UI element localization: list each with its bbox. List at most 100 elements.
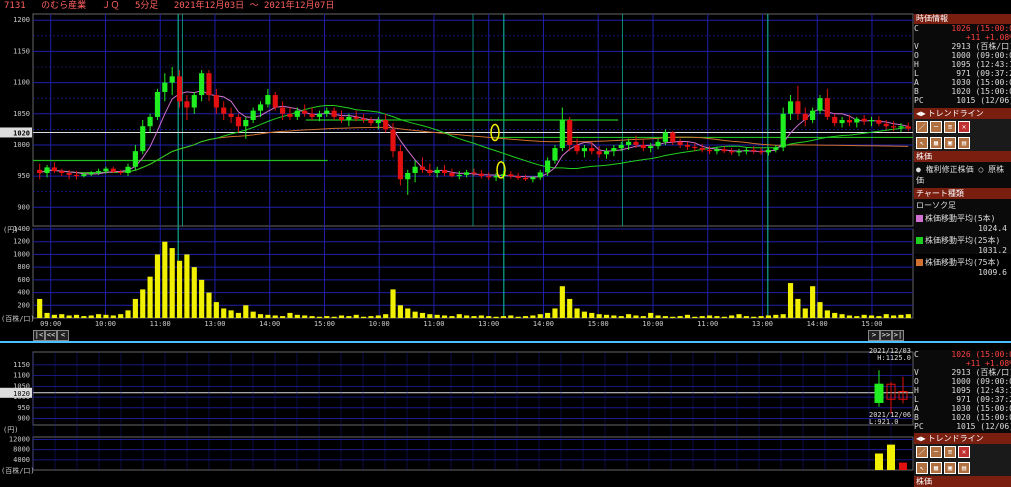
scroll-first-button[interactable]: |< — [33, 330, 45, 341]
volume-bar — [559, 286, 565, 318]
ma-swatch — [916, 215, 923, 222]
candle-body — [441, 169, 448, 173]
candle-body — [132, 151, 138, 167]
volume-bar — [73, 314, 80, 318]
candle-body — [751, 149, 757, 152]
lower-list-icon[interactable]: ≡ — [944, 446, 956, 458]
candle-body — [110, 168, 116, 172]
ma25-line — [39, 105, 909, 174]
quote-row: +11 +1.08% — [914, 33, 1011, 42]
radio-adjusted[interactable]: ● 権利修正株価 — [916, 165, 974, 174]
lower-draw-line-icon[interactable]: ／ — [916, 446, 928, 458]
candle-body — [574, 144, 580, 152]
candle-body — [758, 151, 764, 153]
candle-body — [302, 110, 308, 114]
candle-body — [905, 126, 911, 129]
quote-row: B 1020 (15:00:0 — [914, 87, 1011, 96]
candle-body — [596, 151, 602, 155]
trendline-header[interactable]: ◀▶ トレンドライン — [914, 108, 1011, 119]
draw-line-icon[interactable]: ／ — [916, 121, 928, 133]
delete-icon[interactable]: ✕ — [958, 121, 970, 133]
candle-body — [677, 141, 683, 145]
volume-bar — [545, 312, 551, 318]
volume-bar — [309, 316, 315, 318]
save-icon[interactable]: ▤ — [958, 137, 970, 149]
candle-body — [419, 166, 426, 170]
daily-volume-bar — [899, 462, 907, 470]
volume-bar — [868, 315, 875, 318]
quote-row: H 1095 (12:43:1 — [914, 60, 1011, 69]
volume-bar — [721, 316, 727, 318]
volume-bar — [581, 311, 587, 318]
volume-tick-label: 1200 — [13, 238, 30, 246]
candle-body — [670, 132, 676, 142]
volume-bar — [405, 308, 411, 318]
scroll-last-button[interactable]: >| — [892, 330, 904, 341]
cursor-icon[interactable]: ↖ — [916, 137, 928, 149]
volume-bar — [118, 314, 124, 318]
quote-rows: C 1026 (15:00:0 +11 +1.08% V 2913 (百株/口) O 100… — [914, 24, 1011, 105]
time-label: 09:00 — [40, 320, 61, 328]
candle-body — [66, 173, 72, 175]
copy-icon[interactable]: ▣ — [944, 137, 956, 149]
lower-quote-row: PC 1015 (12/06) — [914, 422, 1011, 431]
candle-body — [721, 149, 727, 152]
candle-body — [883, 123, 889, 127]
price-chart[interactable]: 900 950 1000 1050 1100 1150 1200 (円) 200 400 600 80… — [0, 0, 1011, 480]
time-label: 10:00 — [95, 320, 116, 328]
volume-bar — [515, 316, 521, 318]
volume-bar — [287, 312, 293, 318]
trendline-title: トレンドライン — [927, 109, 984, 118]
scroll-prev-button[interactable]: << — [45, 330, 57, 341]
volume-bar — [603, 314, 610, 318]
volume-bar — [751, 316, 757, 318]
ma-item[interactable]: 株価移動平均(75本) 1009.6 — [914, 256, 1011, 278]
lower-volume-unit: (百株/口) — [1, 466, 35, 475]
volume-bar — [670, 316, 676, 318]
candle-body — [199, 73, 205, 96]
candle-body — [640, 144, 646, 149]
lower-copy-icon[interactable]: ▣ — [944, 462, 956, 474]
lower-tick-label: 1100 — [13, 372, 30, 380]
volume-bar — [861, 314, 867, 318]
candle-body — [280, 107, 286, 114]
lower-horizontal-line-icon[interactable]: ─ — [930, 446, 942, 458]
candle-body — [552, 148, 558, 161]
quote-label: V — [914, 42, 919, 51]
scroll-next-button[interactable]: > — [868, 330, 880, 341]
ma-item[interactable]: 株価移動平均(25本) 1031.2 — [914, 234, 1011, 256]
lower-quote-value: 1030 (15:00:0 — [951, 404, 1011, 413]
candle-body — [449, 173, 455, 177]
volume-bar — [250, 311, 256, 318]
volume-bar — [441, 315, 448, 318]
chart-type-title: チャート種類 — [916, 189, 964, 198]
scroll-next-big-button[interactable]: >> — [880, 330, 892, 341]
volume-tick-label: 600 — [17, 276, 30, 284]
volume-bar — [294, 314, 300, 318]
lower-quote-value: 2913 (百株/口) — [951, 368, 1011, 377]
price-type-options: ● 権利修正株価 ○ 原株価 — [914, 162, 1011, 188]
volume-bar — [257, 314, 264, 318]
ma-list: 株価移動平均(5本) 1024.4 株価移動平均(25本) 1031.2 株価移動平均(… — [914, 212, 1011, 278]
fib-icon[interactable]: ▦ — [930, 137, 942, 149]
lower-delete-icon[interactable]: ✕ — [958, 446, 970, 458]
horizontal-line-icon[interactable]: ─ — [930, 121, 942, 133]
lower-cursor-icon[interactable]: ↖ — [916, 462, 928, 474]
ma-item[interactable]: 株価移動平均(5本) 1024.4 — [914, 212, 1011, 234]
chart-type-value[interactable]: ローソク足 — [914, 199, 1011, 212]
lower-save-icon[interactable]: ▤ — [958, 462, 970, 474]
scroll-prev-small-button[interactable]: < — [57, 330, 69, 341]
candle-body — [832, 116, 838, 124]
volume-bar — [419, 312, 426, 318]
list-icon[interactable]: ≡ — [944, 121, 956, 133]
volume-bar — [184, 254, 190, 318]
volume-bar — [412, 311, 418, 318]
lower-fib-icon[interactable]: ▦ — [930, 462, 942, 474]
volume-bar — [677, 316, 683, 318]
volume-bar — [596, 314, 602, 318]
time-label: 14:00 — [533, 320, 554, 328]
lower-trendline-header[interactable]: ◀▶ トレンドライン — [914, 433, 1011, 444]
candle-body — [891, 126, 897, 128]
lower-quote-value: 1026 (15:00:0 — [951, 350, 1011, 359]
volume-bar — [802, 308, 808, 318]
